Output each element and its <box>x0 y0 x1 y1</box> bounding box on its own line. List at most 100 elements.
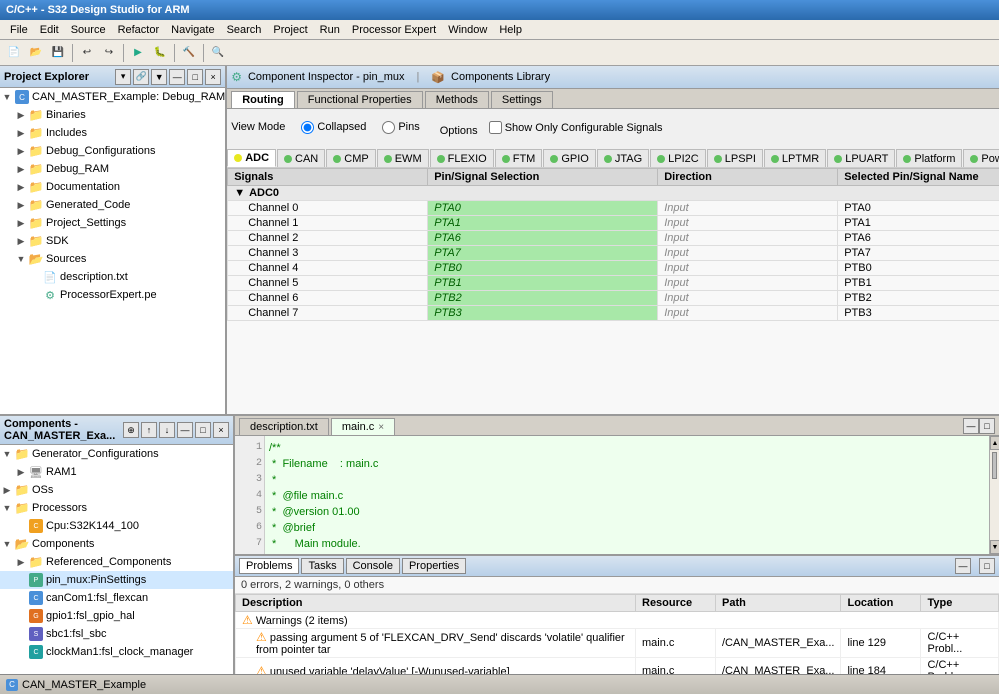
search-toolbar-button[interactable]: 🔍 <box>208 43 228 63</box>
tab-functional-properties[interactable]: Functional Properties <box>297 91 423 108</box>
signal-tab-ftm[interactable]: FTM <box>495 149 543 167</box>
tree-can-com1[interactable]: C canCom1:fsl_flexcan <box>0 589 233 607</box>
signal-tab-platform[interactable]: Platform <box>896 149 962 167</box>
comp-btn-1[interactable]: ⊕ <box>123 422 139 438</box>
tree-sbc1[interactable]: S sbc1:fsl_sbc <box>0 625 233 643</box>
pin-channel4[interactable]: PTB0 <box>428 261 658 276</box>
editor-scroll-up[interactable]: ▲ <box>990 436 999 450</box>
new-button[interactable]: 📄 <box>4 43 24 63</box>
pin-channel2[interactable]: PTA6 <box>428 231 658 246</box>
tree-documentation[interactable]: ▶ 📁 Documentation <box>0 178 225 196</box>
link-editor-button[interactable]: 🔗 <box>133 69 149 85</box>
tree-referenced-components[interactable]: ▶ 📁 Referenced_Components <box>0 553 233 571</box>
panel-menu-button[interactable]: ▼ <box>151 69 167 85</box>
pin-channel5[interactable]: PTB1 <box>428 276 658 291</box>
signal-tab-cmp[interactable]: CMP <box>326 149 375 167</box>
tree-components[interactable]: ▼ 📂 Components <box>0 535 233 553</box>
tab-console[interactable]: Console <box>346 558 400 574</box>
pin-channel1[interactable]: PTA1 <box>428 216 658 231</box>
signal-tab-jtag[interactable]: JTAG <box>597 149 649 167</box>
signal-tab-lptmr[interactable]: LPTMR <box>764 149 826 167</box>
tree-description-txt[interactable]: 📄 description.txt <box>0 268 225 286</box>
signal-tab-flexio[interactable]: FLEXIO <box>430 149 494 167</box>
tree-sdk[interactable]: ▶ 📁 SDK <box>0 232 225 250</box>
tab-description-txt[interactable]: description.txt <box>239 418 329 435</box>
configurable-signals-label[interactable]: Show Only Configurable Signals <box>489 121 663 134</box>
signal-tab-gpio[interactable]: GPIO <box>543 149 596 167</box>
minimize-panel-button[interactable]: — <box>169 69 185 85</box>
tab-tasks[interactable]: Tasks <box>301 558 343 574</box>
editor-maximize[interactable]: □ <box>979 418 995 434</box>
tree-binaries[interactable]: ▶ 📁 Binaries <box>0 106 225 124</box>
pin-channel0[interactable]: PTA0 <box>428 201 658 216</box>
tree-cpu[interactable]: C Cpu:S32K144_100 <box>0 517 233 535</box>
editor-minimize[interactable]: — <box>963 418 979 434</box>
tab-main-c[interactable]: main.c × <box>331 418 395 435</box>
pins-radio-label[interactable]: Pins <box>382 121 419 134</box>
menu-navigate[interactable]: Navigate <box>165 22 220 38</box>
signal-tab-powerandground[interactable]: PowerAndGround <box>963 149 999 167</box>
comp-maximize-button[interactable]: □ <box>195 422 211 438</box>
pins-radio[interactable] <box>382 121 395 134</box>
tree-project-settings[interactable]: ▶ 📁 Project_Settings <box>0 214 225 232</box>
comp-btn-2[interactable]: ↑ <box>141 422 157 438</box>
signal-tab-can[interactable]: CAN <box>277 149 325 167</box>
collapsed-radio[interactable] <box>301 121 314 134</box>
editor-scrollbar[interactable]: ▲ ▼ <box>989 436 999 554</box>
signal-tab-adc[interactable]: ADC <box>227 149 276 167</box>
main-c-close[interactable]: × <box>378 422 384 433</box>
menu-search[interactable]: Search <box>221 22 268 38</box>
problem-row-1[interactable]: ⚠ passing argument 5 of 'FLEXCAN_DRV_Sen… <box>236 629 999 658</box>
configurable-signals-checkbox[interactable] <box>489 121 502 134</box>
redo-button[interactable]: ↪ <box>99 43 119 63</box>
tree-clock-man[interactable]: C clockMan1:fsl_clock_manager <box>0 643 233 661</box>
debug-button[interactable]: 🐛 <box>150 43 170 63</box>
problems-minimize[interactable]: — <box>955 558 971 574</box>
menu-file[interactable]: File <box>4 22 34 38</box>
close-panel-button[interactable]: × <box>205 69 221 85</box>
tree-debug-configs[interactable]: ▶ 📁 Debug_Configurations <box>0 142 225 160</box>
menu-help[interactable]: Help <box>493 22 528 38</box>
tab-methods[interactable]: Methods <box>425 91 489 108</box>
comp-close-button[interactable]: × <box>213 422 229 438</box>
maximize-panel-button[interactable]: □ <box>187 69 203 85</box>
collapsed-radio-label[interactable]: Collapsed <box>301 121 366 134</box>
signal-tab-lpuart[interactable]: LPUART <box>827 149 895 167</box>
build-button[interactable]: 🔨 <box>179 43 199 63</box>
run-button[interactable]: ▶ <box>128 43 148 63</box>
code-editor[interactable]: /** * Filename : main.c * * @file main.c… <box>265 436 989 554</box>
collapse-all-button[interactable]: ▾ <box>115 69 131 85</box>
editor-scroll-down[interactable]: ▼ <box>990 540 999 554</box>
tab-problems[interactable]: Problems <box>239 558 299 574</box>
menu-refactor[interactable]: Refactor <box>112 22 166 38</box>
save-button[interactable]: 💾 <box>48 43 68 63</box>
tree-sources[interactable]: ▼ 📂 Sources <box>0 250 225 268</box>
tree-gpio1[interactable]: G gpio1:fsl_gpio_hal <box>0 607 233 625</box>
tree-ram1[interactable]: ▶ 🖥 RAM1 <box>0 463 233 481</box>
tab-properties[interactable]: Properties <box>402 558 466 574</box>
pin-channel3[interactable]: PTA7 <box>428 246 658 261</box>
tree-processor-expert[interactable]: ⚙ ProcessorExpert.pe <box>0 286 225 304</box>
tree-pin-mux[interactable]: P pin_mux:PinSettings <box>0 571 233 589</box>
editor-scroll-thumb[interactable] <box>992 452 997 479</box>
pin-channel6[interactable]: PTB2 <box>428 291 658 306</box>
menu-run[interactable]: Run <box>314 22 346 38</box>
tree-generated-code[interactable]: ▶ 📁 Generated_Code <box>0 196 225 214</box>
tree-oss[interactable]: ▶ 📁 OSs <box>0 481 233 499</box>
menu-window[interactable]: Window <box>442 22 493 38</box>
signal-tab-lpspi[interactable]: LPSPI <box>707 149 763 167</box>
undo-button[interactable]: ↩ <box>77 43 97 63</box>
tab-routing[interactable]: Routing <box>231 91 295 108</box>
tree-includes[interactable]: ▶ 📁 Includes <box>0 124 225 142</box>
signal-tab-lpi2c[interactable]: LPI2C <box>650 149 706 167</box>
menu-source[interactable]: Source <box>65 22 112 38</box>
pin-channel7[interactable]: PTB3 <box>428 306 658 321</box>
problems-maximize[interactable]: □ <box>979 558 995 574</box>
comp-minimize-button[interactable]: — <box>177 422 193 438</box>
tab-settings[interactable]: Settings <box>491 91 553 108</box>
problem-row-2[interactable]: ⚠ unused variable 'delayValue' [-Wunused… <box>236 658 999 675</box>
menu-processor-expert[interactable]: Processor Expert <box>346 22 442 38</box>
tree-processors[interactable]: ▼ 📁 Processors <box>0 499 233 517</box>
open-button[interactable]: 📂 <box>26 43 46 63</box>
menu-edit[interactable]: Edit <box>34 22 65 38</box>
